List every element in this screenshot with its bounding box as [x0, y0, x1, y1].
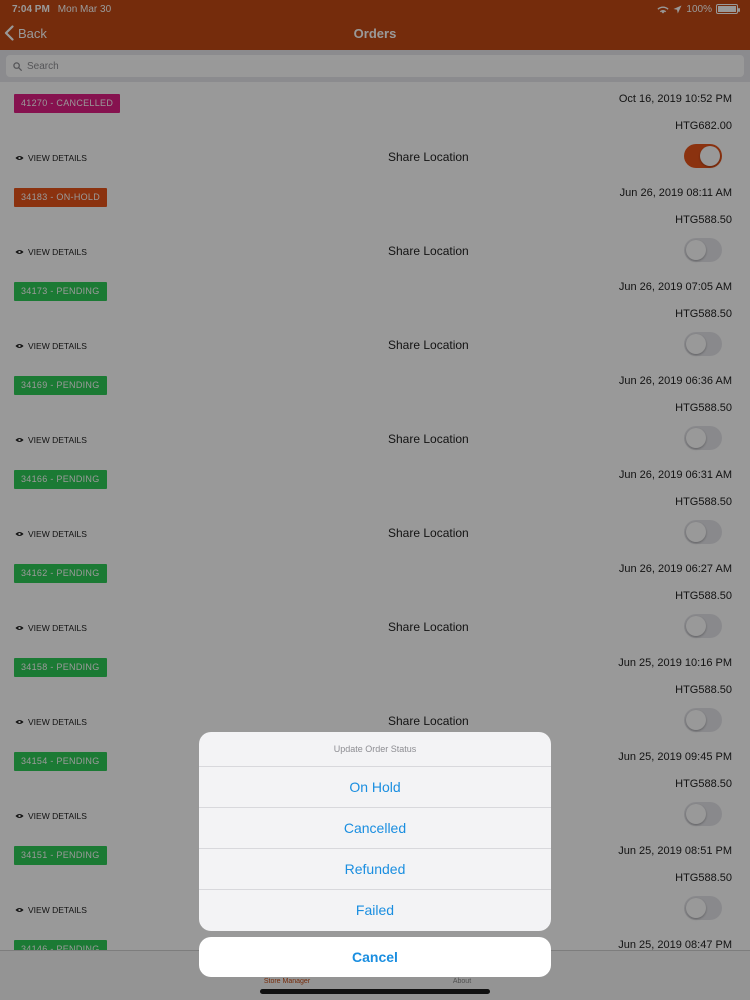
action-sheet-title: Update Order Status: [199, 732, 551, 767]
action-sheet: Update Order Status On Hold Cancelled Re…: [199, 732, 551, 931]
home-indicator: [260, 989, 490, 994]
option-failed[interactable]: Failed: [199, 890, 551, 931]
option-cancelled[interactable]: Cancelled: [199, 808, 551, 849]
option-refunded[interactable]: Refunded: [199, 849, 551, 890]
option-on-hold[interactable]: On Hold: [199, 767, 551, 808]
cancel-button[interactable]: Cancel: [199, 937, 551, 977]
